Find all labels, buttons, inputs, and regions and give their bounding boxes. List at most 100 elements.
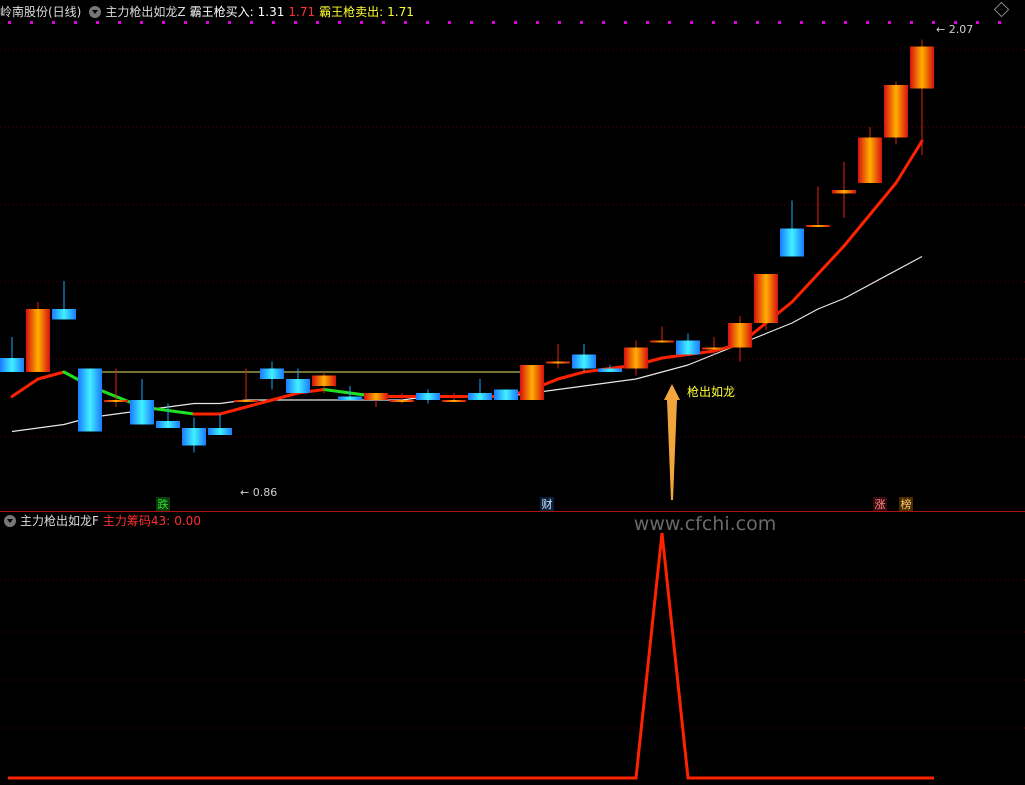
marker-3: 榜 <box>901 497 912 511</box>
top-marker-dot <box>74 21 77 24</box>
top-marker-dot <box>580 21 583 24</box>
kline-chart[interactable]: ← 0.86 ← 2.07 枪出如龙跌 财 涨 榜 www.cfchi.com <box>0 0 1025 785</box>
trend-line-segment <box>218 405 248 416</box>
trend-line-segment <box>842 213 872 248</box>
candle-body <box>52 309 76 320</box>
candle-body <box>104 400 128 402</box>
candle-body <box>26 309 50 372</box>
top-marker-dot <box>668 21 671 24</box>
candle-body <box>728 323 752 348</box>
candle-body <box>884 85 908 138</box>
trend-line-segment <box>660 353 690 360</box>
candle-body <box>780 228 804 257</box>
top-marker-dot <box>294 21 297 24</box>
candle-body <box>78 368 102 432</box>
top-marker-dot <box>514 21 517 24</box>
top-marker-dot <box>140 21 143 24</box>
marker-1: 财 <box>542 497 553 511</box>
candle-body <box>0 358 24 372</box>
trend-line-segment <box>322 388 352 395</box>
marker-2: 涨 <box>875 498 886 511</box>
top-marker-dot <box>932 21 935 24</box>
signal-arrow-shaft <box>667 400 677 500</box>
top-marker-dot <box>800 21 803 24</box>
trend-line-segment <box>270 391 300 402</box>
trend-line-segment <box>36 370 66 381</box>
top-marker-dot <box>492 21 495 24</box>
low-price-label: ← 0.86 <box>240 486 277 499</box>
top-marker-dot <box>162 21 165 24</box>
trend-line-segment <box>10 377 40 398</box>
top-marker-dot <box>118 21 121 24</box>
candle-body <box>624 347 648 369</box>
candle-body <box>754 274 778 323</box>
top-marker-dot <box>734 21 737 24</box>
top-marker-dot <box>206 21 209 24</box>
candle-body <box>338 396 362 400</box>
candle-body <box>806 225 830 227</box>
candle-body <box>598 368 622 372</box>
candle-body <box>130 400 154 425</box>
candle-body <box>416 393 440 400</box>
candle-body <box>208 428 232 435</box>
top-marker-dot <box>360 21 363 24</box>
top-marker-dot <box>272 21 275 24</box>
candle-body <box>572 354 596 369</box>
trend-line-segment <box>816 244 846 276</box>
top-marker-dot <box>52 21 55 24</box>
top-marker-dot <box>382 21 385 24</box>
trend-line-segment <box>166 409 196 416</box>
candle-body <box>702 347 726 350</box>
top-marker-dot <box>822 21 825 24</box>
grid-lines <box>0 21 1025 729</box>
candle-body <box>260 368 284 379</box>
candle-body <box>910 46 934 89</box>
top-marker-dot <box>690 21 693 24</box>
signal-arrow-head <box>664 384 680 400</box>
top-marker-dot <box>646 21 649 24</box>
top-marker-dot <box>250 21 253 24</box>
top-marker-dot <box>712 21 715 24</box>
watermark: www.cfchi.com <box>634 513 776 535</box>
candle-body <box>832 190 856 194</box>
chips-line <box>8 532 934 780</box>
top-marker-dot <box>756 21 759 24</box>
candle-body <box>286 379 310 393</box>
top-marker-dot <box>888 21 891 24</box>
candle-body <box>546 361 570 364</box>
trend-line-segment <box>790 272 820 304</box>
trend-line-segment <box>894 139 924 185</box>
top-marker-dot <box>558 21 561 24</box>
trend-line-segment <box>556 370 586 381</box>
top-marker-dot <box>998 21 1001 24</box>
top-marker-dot <box>536 21 539 24</box>
top-marker-dot <box>404 21 407 24</box>
candle-body <box>468 393 492 400</box>
candle-body <box>312 375 336 386</box>
top-marker-dot <box>778 21 781 24</box>
trend-line-segment <box>868 181 898 216</box>
candle-body <box>650 340 674 343</box>
candle-body <box>676 340 700 355</box>
top-marker-dot <box>30 21 33 24</box>
top-marker-dot <box>470 21 473 24</box>
top-marker-dot <box>624 21 627 24</box>
top-marker-dot <box>448 21 451 24</box>
candle-body <box>364 393 388 400</box>
candle-body <box>234 400 258 402</box>
top-marker-dot <box>426 21 429 24</box>
top-marker-dot <box>338 21 341 24</box>
top-marker-dot <box>8 21 11 24</box>
candle-body <box>442 400 466 402</box>
top-marker-dot <box>228 21 231 24</box>
candle-body <box>182 428 206 446</box>
candle-body <box>858 137 882 183</box>
candle-body <box>156 421 180 428</box>
top-marker-dot <box>602 21 605 24</box>
high-price-label: ← 2.07 <box>936 23 973 36</box>
top-marker-dot <box>316 21 319 24</box>
top-marker-dot <box>910 21 913 24</box>
marker-0: 跌 <box>158 497 169 511</box>
candle-body <box>520 365 544 400</box>
top-marker-dot <box>976 21 979 24</box>
